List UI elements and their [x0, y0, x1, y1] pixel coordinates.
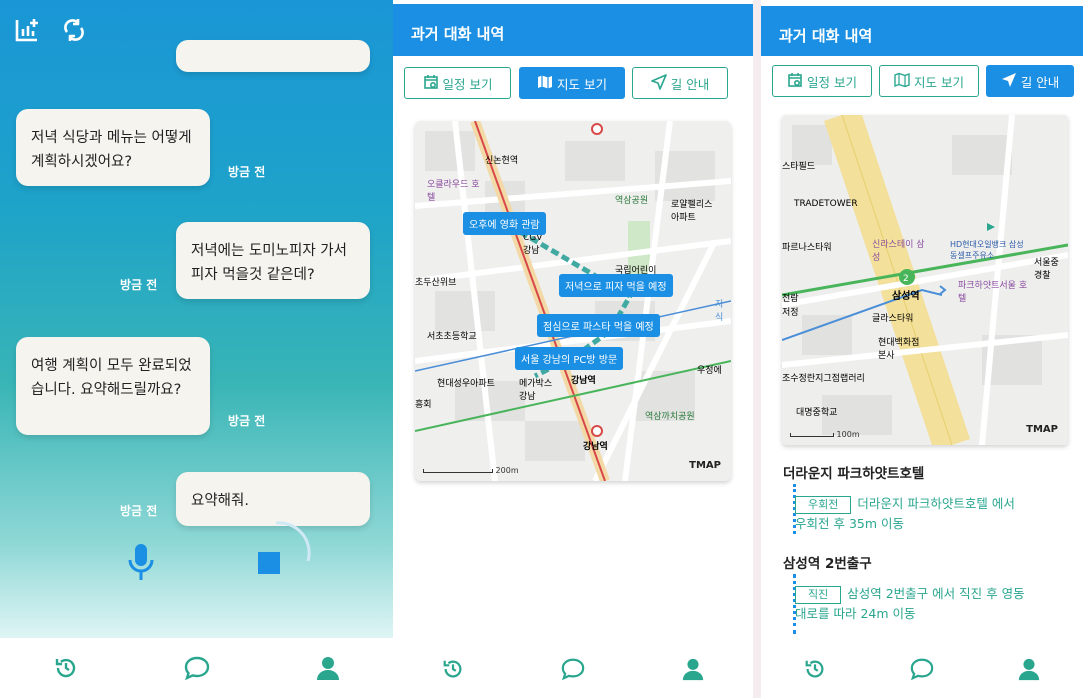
- page-title: 과거 대화 내역: [393, 4, 753, 56]
- turn-badge: 직진: [795, 586, 842, 604]
- schedule-view-button[interactable]: 일정 보기: [772, 65, 872, 97]
- turn-badge: 우회전: [795, 496, 852, 514]
- map-label: 역삼공원: [615, 196, 649, 206]
- message-time: 방금 전: [228, 414, 266, 428]
- map-icon: [894, 72, 910, 91]
- profile-icon[interactable]: [312, 652, 344, 684]
- map-label: 대명중학교: [796, 408, 838, 418]
- map-scale: 100m: [790, 430, 860, 439]
- chat-icon[interactable]: [181, 652, 213, 684]
- map-label: 현대성우아파트: [437, 379, 495, 389]
- map-label: 스타필드: [782, 162, 816, 172]
- map-view-button[interactable]: 지도 보기: [879, 65, 979, 97]
- map-label: 신라스테이 삼성: [872, 240, 925, 263]
- map-label: 파르나스타워: [782, 243, 832, 253]
- navigation-arrow-icon: [650, 73, 667, 93]
- map-label: 지식: [715, 300, 724, 323]
- map-icon: [537, 74, 553, 93]
- chat-icon[interactable]: [906, 653, 938, 685]
- message-time: 방금 전: [228, 165, 266, 179]
- map-label: 메가박스 강남: [519, 379, 553, 402]
- map-label: 초두산위브: [415, 278, 457, 288]
- chat-screen: 저녁 식당과 메뉴는 어떻게 계획하시겠어요? 방금 전 저녁에는 도미노피자 …: [0, 0, 393, 698]
- directions-button[interactable]: 길 안내: [986, 65, 1074, 97]
- map-label: 강남역: [583, 442, 608, 452]
- map-label: 우정에: [697, 366, 722, 376]
- map-label: 강남역: [571, 376, 596, 386]
- refresh-icon[interactable]: [60, 16, 88, 44]
- message-time: 방금 전: [120, 278, 158, 292]
- history-directions-screen: 과거 대화 내역 일정 보기 지도 보기 길 안내 2 스타필드 TRADETO…: [761, 0, 1083, 698]
- microphone-icon[interactable]: [125, 542, 157, 590]
- map-label: 현대백화점 본사: [878, 338, 920, 361]
- svg-text:2: 2: [903, 274, 909, 284]
- map-label: 조수정란지그점랩러리: [782, 374, 865, 384]
- step-title: 삼성역 2번출구: [783, 556, 872, 572]
- map-marker-tag[interactable]: 점심으로 파스타 먹을 예정: [537, 314, 660, 337]
- directions-map[interactable]: 2 스타필드 TRADETOWER 파르나스타워 신라스테이 삼성 HD현대오일…: [782, 115, 1068, 445]
- navigation-arrow-icon: [1001, 72, 1017, 91]
- add-chart-icon[interactable]: [14, 16, 42, 44]
- map-label: TRADETOWER: [794, 199, 858, 209]
- map-label: 오클라우드 호텔: [427, 180, 480, 203]
- tmap-logo: TMAP: [1026, 424, 1058, 435]
- bot-message-2: 여행 계획이 모두 완료되었습니다. 요약해드릴까요?: [16, 337, 210, 435]
- history-map-screen: 과거 대화 내역 일정 보기 지도 보기 길 안내 신논현역 오클라우드 호텔 …: [393, 0, 753, 698]
- bottom-navigation: [761, 640, 1083, 698]
- map-view-button[interactable]: 지도 보기: [519, 67, 625, 99]
- map-label: 서울중 경찰: [1034, 258, 1059, 281]
- message-time: 방금 전: [120, 504, 158, 518]
- map-marker-tag[interactable]: 오후에 영화 관람: [463, 212, 546, 235]
- history-icon[interactable]: [50, 652, 82, 684]
- history-icon[interactable]: [799, 653, 831, 685]
- bot-message-1: 저녁 식당과 메뉴는 어떻게 계획하시겠어요?: [16, 109, 210, 186]
- loading-spinner-icon: [266, 515, 316, 569]
- bottom-navigation: [393, 640, 753, 698]
- map-label: 삼성역: [892, 291, 920, 302]
- map-label: HD현대오일뱅크 삼성동셀프주유소: [950, 240, 1024, 260]
- user-message-1: 저녁에는 도미노피자 가서 피자 먹을것 같은데?: [176, 222, 370, 299]
- map-scale: 200m: [423, 466, 519, 475]
- step-description: 우회전 더라운지 파크하얏트호텔 에서 우회전 후 35m 이동: [795, 496, 1015, 531]
- directions-button[interactable]: 길 안내: [632, 67, 728, 99]
- tmap-logo: TMAP: [689, 460, 721, 471]
- map-label: 신논현역: [485, 156, 519, 166]
- map-label: 저정: [782, 308, 799, 318]
- map-label: 서초초등학교: [427, 332, 477, 342]
- bottom-navigation: [0, 638, 393, 698]
- map-marker-tag[interactable]: 서울 강남의 PC방 방문: [515, 347, 624, 370]
- map-marker-tag[interactable]: 저녁으로 피자 먹을 예정: [559, 274, 673, 297]
- page-title: 과거 대화 내역: [761, 6, 1083, 56]
- map-label: 전람: [782, 294, 799, 304]
- step-description: 직진 삼성역 2번출구 에서 직진 후 영동 대로를 따라 24m 이동: [795, 586, 1025, 621]
- calendar-icon: [423, 74, 439, 93]
- step-title: 더라운지 파크하얏트호텔: [783, 466, 925, 482]
- map-label: CGV 강남: [523, 233, 543, 256]
- profile-icon[interactable]: [677, 653, 709, 685]
- history-icon[interactable]: [437, 653, 469, 685]
- chat-icon[interactable]: [557, 653, 589, 685]
- map-label: 흥회: [415, 400, 432, 410]
- map-label: 로얄펠리스 아파트: [671, 200, 713, 223]
- calendar-icon: [787, 72, 803, 91]
- map-label: 파크하얏트서울 호텔: [958, 281, 1028, 304]
- chat-bubble-partial: [176, 40, 370, 72]
- profile-icon[interactable]: [1013, 653, 1045, 685]
- route-map[interactable]: 신논현역 오클라우드 호텔 역삼공원 로얄펠리스 아파트 CGV 강남 국립어린…: [415, 121, 731, 481]
- panel-separator: [753, 0, 761, 698]
- map-label: 역삼까치공원: [645, 412, 695, 422]
- map-label: 글라스타워: [872, 314, 914, 324]
- schedule-view-button[interactable]: 일정 보기: [404, 67, 511, 99]
